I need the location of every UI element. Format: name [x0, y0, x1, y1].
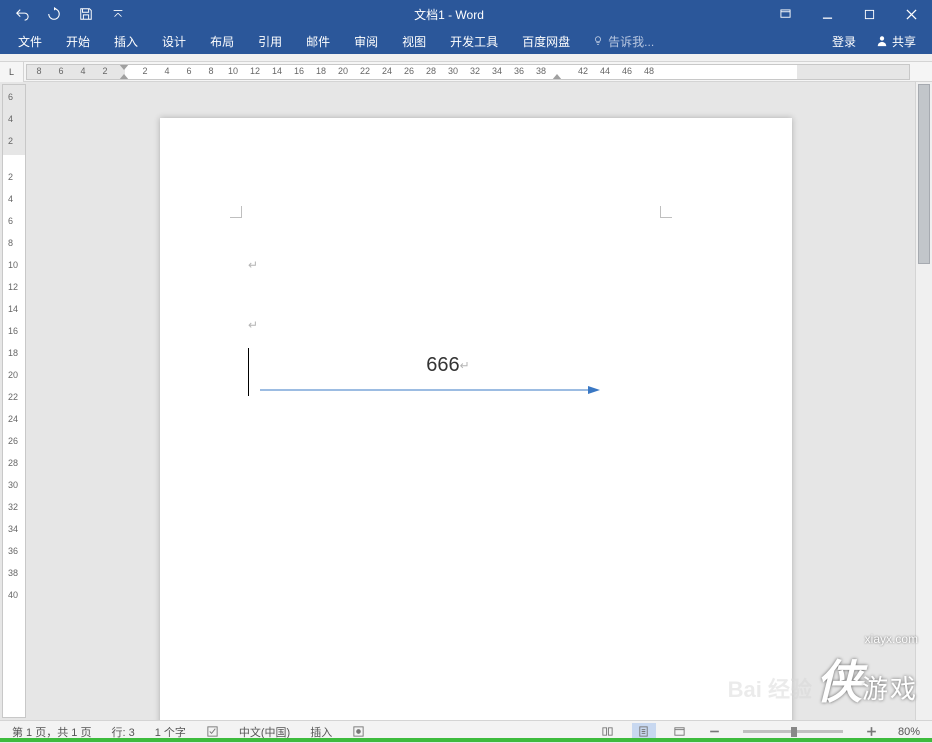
scrollbar-thumb[interactable]	[918, 84, 930, 264]
tab-developer[interactable]: 开发工具	[438, 28, 510, 54]
text-content: 666	[426, 354, 459, 376]
tab-design[interactable]: 设计	[150, 28, 198, 54]
close-button[interactable]	[890, 0, 932, 28]
ribbon-collapsed-bar	[0, 54, 932, 62]
web-layout-icon	[673, 725, 686, 738]
right-indent[interactable]	[552, 74, 562, 80]
share-button[interactable]: 共享	[866, 28, 926, 54]
tab-insert[interactable]: 插入	[102, 28, 150, 54]
watermark-brand: 游戏	[862, 674, 918, 704]
tab-baidu[interactable]: 百度网盘	[510, 28, 582, 54]
tab-references[interactable]: 引用	[246, 28, 294, 54]
taskbar-sliver	[0, 738, 932, 742]
paragraph-mark: ↵	[460, 359, 470, 373]
share-label: 共享	[892, 33, 916, 50]
hanging-indent[interactable]	[119, 74, 129, 80]
zoom-slider[interactable]	[743, 730, 843, 733]
ribbon-options-button[interactable]	[764, 0, 806, 28]
window-controls	[764, 0, 932, 28]
tab-home[interactable]: 开始	[54, 28, 102, 54]
redo-button[interactable]	[38, 0, 70, 28]
ruler-row: L 86422468101214161820222426283032343638…	[0, 62, 932, 82]
horizontal-ruler[interactable]: 8642246810121416182022242628303234363842…	[26, 64, 910, 80]
document-canvas[interactable]: ↵ ↵ 666↵	[28, 82, 932, 720]
tab-file[interactable]: 文件	[6, 28, 54, 54]
tab-layout[interactable]: 布局	[198, 28, 246, 54]
title-bar: 文档1 - Word	[0, 0, 932, 28]
window-title: 文档1 - Word	[134, 6, 764, 23]
workspace: 642246810121416182022242628303234363840 …	[0, 82, 932, 720]
minus-icon	[708, 725, 721, 738]
site-watermark: xiayx.com 侠游戏	[816, 632, 918, 712]
minimize-button[interactable]	[806, 0, 848, 28]
tell-me-placeholder: 告诉我...	[608, 33, 654, 50]
print-layout-icon	[637, 725, 650, 738]
macro-icon	[352, 725, 365, 738]
watermark-url: xiayx.com	[816, 632, 918, 646]
person-icon	[876, 35, 888, 47]
document-text[interactable]: 666↵	[248, 354, 648, 384]
tab-review[interactable]: 审阅	[342, 28, 390, 54]
quick-access-customize[interactable]	[102, 0, 134, 28]
first-line-indent[interactable]	[119, 64, 129, 70]
vertical-ruler[interactable]: 642246810121416182022242628303234363840	[2, 84, 26, 718]
login-button[interactable]: 登录	[822, 28, 866, 54]
baidu-watermark: Bai 经验	[728, 672, 812, 704]
plus-icon	[865, 725, 878, 738]
quick-access-toolbar	[0, 0, 134, 28]
vertical-scrollbar[interactable]	[915, 82, 932, 720]
zoom-slider-thumb[interactable]	[791, 727, 797, 737]
read-icon	[601, 725, 614, 738]
page[interactable]: ↵ ↵ 666↵	[160, 118, 792, 720]
proof-icon	[206, 725, 219, 738]
watermark-logo: 侠	[816, 656, 862, 708]
save-button[interactable]	[70, 0, 102, 28]
margin-corner-tr	[660, 206, 672, 218]
margin-corner-tl	[230, 206, 242, 218]
maximize-button[interactable]	[848, 0, 890, 28]
bulb-icon	[592, 35, 604, 47]
arrow-shape[interactable]	[260, 390, 600, 391]
undo-button[interactable]	[6, 0, 38, 28]
paragraph-mark: ↵	[248, 318, 258, 332]
ribbon-tabs: 文件 开始 插入 设计 布局 引用 邮件 审阅 视图 开发工具 百度网盘 告诉我…	[0, 28, 932, 54]
tab-view[interactable]: 视图	[390, 28, 438, 54]
tell-me-box[interactable]: 告诉我...	[582, 33, 664, 50]
paragraph-mark: ↵	[248, 258, 258, 272]
tab-selector[interactable]: L	[0, 62, 24, 82]
tab-mailings[interactable]: 邮件	[294, 28, 342, 54]
